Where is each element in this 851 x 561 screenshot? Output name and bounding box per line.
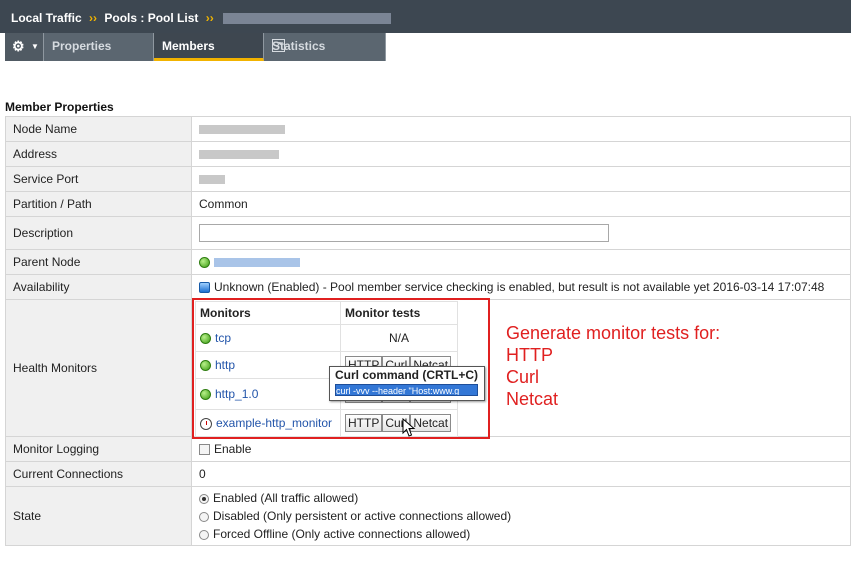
table-row: Availability Unknown (Enabled) - Pool me… [5,274,851,300]
tab-bar: ⚙ ▼ Properties Members Statistics ↗ [0,33,851,64]
label-description: Description [5,216,192,250]
description-input[interactable] [199,224,609,242]
table-row: Description [5,216,851,250]
value-service-port [191,166,851,192]
table-row: Monitor Logging Enable [5,436,851,462]
state-enabled-option[interactable]: Enabled (All traffic allowed) [199,489,850,507]
annotation-line: HTTP [506,345,553,365]
table-row: Current Connections 0 [5,461,851,487]
chevron-down-icon: ▼ [31,42,39,51]
label-partition: Partition / Path [5,191,192,217]
external-link-icon[interactable]: ↗ [272,39,285,52]
label-service-port: Service Port [5,166,192,192]
value-node-name [191,116,851,142]
tab-members-label: Members [162,39,215,53]
state-disabled-label: Disabled (Only persistent or active conn… [213,509,512,523]
availability-text: Unknown (Enabled) - Pool member service … [214,280,825,294]
curl-command-tooltip: Curl command (CRTL+C) curl -vvv --header… [329,366,485,401]
table-row: Node Name [5,116,851,142]
annotation-line: Curl [506,367,540,387]
state-forced-label: Forced Offline (Only active connections … [213,527,471,541]
breadcrumb: Local Traffic ›› Pools : Pool List ›› [0,0,851,34]
breadcrumb-separator: ›› [89,11,98,25]
label-address: Address [5,141,192,167]
table-row: Service Port [5,166,851,192]
value-parent-node [191,249,851,275]
value-address [191,141,851,167]
value-state: Enabled (All traffic allowed) Disabled (… [191,486,851,546]
annotation-text: Generate monitor tests for: HTTP Curl Ne… [506,322,720,410]
tab-properties[interactable]: Properties [44,33,154,61]
breadcrumb-pool-list[interactable]: Pools : Pool List [104,11,198,25]
annotation-line: Netcat [506,389,559,409]
redacted-value [199,175,225,185]
redacted-value [199,150,279,160]
redacted-value [199,125,285,135]
gear-icon: ⚙ [12,38,25,54]
status-green-icon [199,257,210,269]
pointer-cursor-icon [402,418,416,437]
tab-properties-label: Properties [52,39,112,53]
annotation-line: Generate monitor tests for: [506,323,721,343]
value-monitor-logging: Enable [191,436,851,462]
label-availability: Availability [5,274,192,300]
table-row: Partition / Path Common [5,191,851,217]
radio-disabled[interactable] [199,511,209,522]
section-title: Member Properties [5,100,114,114]
label-state: State [5,486,192,546]
value-current-connections: 0 [191,461,851,487]
parent-node-link[interactable] [214,258,300,268]
label-parent-node: Parent Node [5,249,192,275]
value-description [191,216,851,250]
monitor-logging-checkbox[interactable] [199,444,210,456]
value-partition: Common [191,191,851,217]
value-availability: Unknown (Enabled) - Pool member service … [191,274,851,300]
radio-enabled[interactable] [199,493,209,504]
table-row: Parent Node [5,249,851,275]
label-current-connections: Current Connections [5,461,192,487]
radio-forced-offline[interactable] [199,529,209,540]
state-enabled-label: Enabled (All traffic allowed) [213,491,359,505]
gear-menu-button[interactable]: ⚙ ▼ [5,33,44,61]
label-node-name: Node Name [5,116,192,142]
tooltip-title: Curl command (CRTL+C) [335,368,479,382]
state-disabled-option[interactable]: Disabled (Only persistent or active conn… [199,507,850,525]
status-blue-icon [199,282,210,294]
curl-command-text[interactable]: curl -vvv --header "Host:www.g [335,384,478,396]
table-row: Address [5,141,851,167]
breadcrumb-local-traffic[interactable]: Local Traffic [11,11,82,25]
breadcrumb-separator: ›› [205,11,214,25]
state-forced-option[interactable]: Forced Offline (Only active connections … [199,525,850,543]
tab-statistics[interactable]: Statistics ↗ [264,33,386,61]
label-health-monitors: Health Monitors [5,299,192,437]
monitor-logging-label: Enable [214,442,252,456]
label-monitor-logging: Monitor Logging [5,436,192,462]
tab-members[interactable]: Members [154,33,264,61]
table-row: State Enabled (All traffic allowed) Disa… [5,486,851,546]
breadcrumb-redacted-name [223,13,392,25]
